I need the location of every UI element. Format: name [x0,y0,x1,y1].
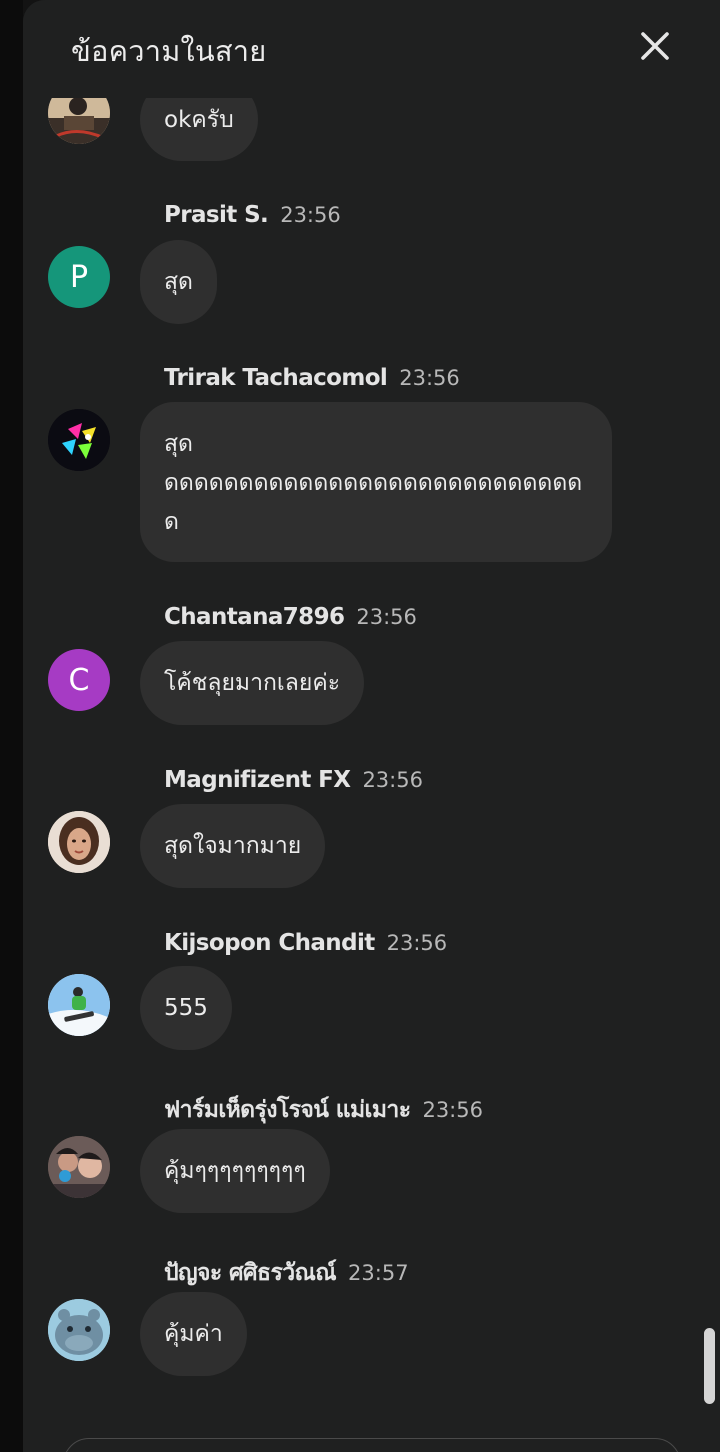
author-name: Trirak Tachacomol [164,365,388,391]
avatar-initial: C [68,662,90,698]
message-time: 23:56 [362,768,423,792]
message-bubble: คุ้มๆๆๆๆๆๆๆๆๆ [140,1129,330,1213]
close-icon [641,32,669,60]
woman-portrait-icon [48,811,110,873]
author-name: Chantana7896 [164,604,345,630]
message-time: 23:56 [386,931,448,955]
message-meta: Prasit S. 23:56 [164,202,341,228]
message-text: สุดใจมากมาย [164,833,302,859]
neon-art-avatar-icon [48,409,110,471]
panel-header: ข้อความในสาย [23,0,720,98]
message-time: 23:56 [399,366,460,390]
message-meta: ปัญจะ ศศิธรวัณณ์ 23:57 [164,1255,409,1291]
message-text: คุ้มค่า [164,1321,223,1347]
hippo-icon [48,1299,110,1361]
message-text: โค้ชลุยมากเลยค่ะ [164,670,341,696]
message-meta: Trirak Tachacomol 23:56 [164,365,460,391]
avatar [48,974,110,1036]
page-title: ข้อความในสาย [71,34,267,68]
author-name: ฟาร์มเห็ดรุ่งโรจน์ แม่เมาะ [164,1097,411,1123]
close-button[interactable] [635,26,675,66]
message-feed[interactable]: okครับ Prasit S. 23:56 P สุด Trirak Tacha… [23,0,720,1452]
message-bubble: สุดใจมากมาย [140,804,326,888]
message-text: สุด ดดดดดดดดดดดดดดดดดดดดดดดดดดดดด [164,425,588,542]
author-name: ปัญจะ ศศิธรวัณณ์ [164,1260,337,1286]
author-name: Magnifizent FX [164,767,351,793]
message-meta: Magnifizent FX 23:56 [164,767,423,793]
message-text: okครับ [164,106,234,133]
message-meta: Kijsopon Chandit 23:56 [164,930,447,956]
author-name: Prasit S. [164,202,269,228]
message-meta: ฟาร์มเห็ดรุ่งโรจน์ แม่เมาะ 23:56 [164,1092,483,1128]
message-time: 23:57 [348,1261,409,1285]
message-bubble: คุ้มค่า [140,1292,247,1376]
avatar-initial: P [69,259,89,295]
avatar: P [48,246,110,308]
author-name: Kijsopon Chandit [164,930,375,956]
message-input[interactable] [63,1438,681,1452]
avatar [48,1299,110,1361]
message-text: คุ้มๆๆๆๆๆๆๆๆๆ [164,1158,306,1184]
message-text: สุด [164,269,193,295]
message-meta: Chantana7896 23:56 [164,604,417,630]
snowboarder-icon [48,974,110,1036]
message-bubble: 555 [140,966,232,1050]
message-time: 23:56 [280,203,341,227]
message-text: 555 [164,995,208,1021]
message-time: 23:56 [422,1098,483,1122]
background-edge [0,0,23,1452]
message-bubble: สุด [140,240,217,324]
avatar [48,1136,110,1198]
message-bubble: สุด ดดดดดดดดดดดดดดดดดดดดดดดดดดดดด [140,402,612,562]
avatar [48,811,110,873]
in-call-messages-panel: okครับ Prasit S. 23:56 P สุด Trirak Tacha… [23,0,720,1452]
message-bubble: โค้ชลุยมากเลยค่ะ [140,641,365,725]
avatar [48,409,110,471]
message-text-line: สุด ดดดดดดดดดดดดดดดดดดดดดดดดดดดดด [164,431,583,535]
scrollbar-thumb[interactable] [704,1328,715,1404]
message-time: 23:56 [356,605,417,629]
avatar: C [48,649,110,711]
selfie-people-icon [48,1136,110,1198]
